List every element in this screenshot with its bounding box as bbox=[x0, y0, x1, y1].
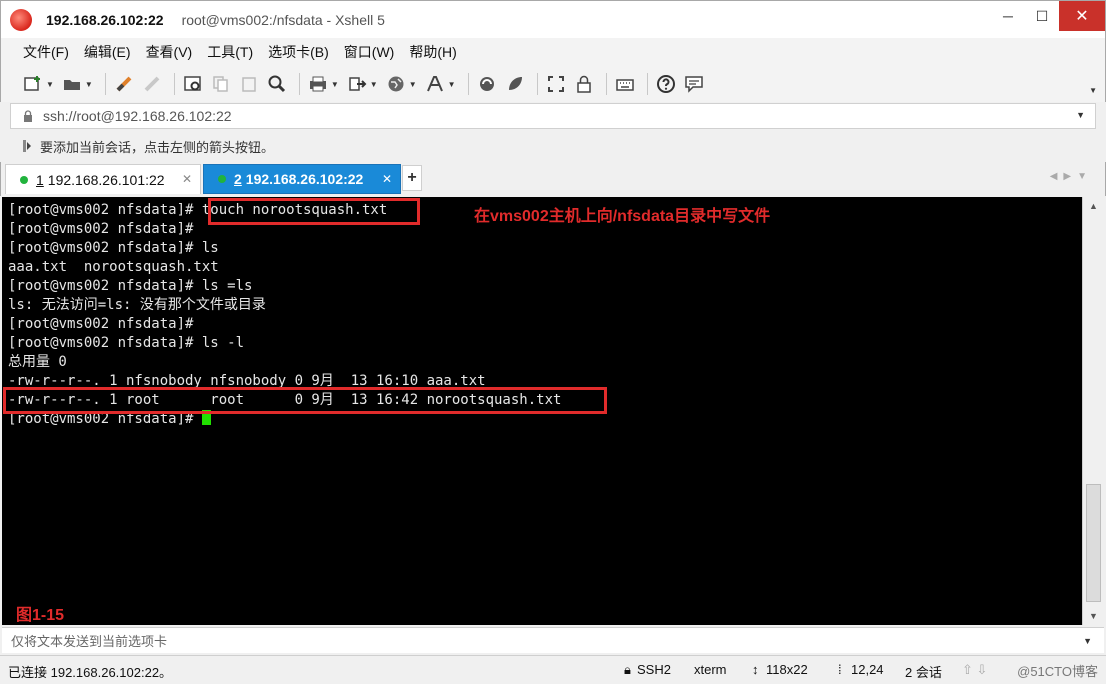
terminal-line: ls: 无法访问=ls: 没有那个文件或目录 bbox=[8, 297, 266, 313]
disconnect-icon[interactable] bbox=[140, 72, 164, 96]
new-session-dropdown-icon[interactable]: ▼ bbox=[46, 80, 54, 89]
terminal-line: [root@vms002 nfsdata]# bbox=[8, 221, 194, 237]
tab-close-icon[interactable]: ✕ bbox=[382, 172, 392, 186]
maximize-button[interactable]: ☐ bbox=[1025, 1, 1059, 31]
watermark: @51CTO博客 bbox=[1017, 664, 1098, 679]
print-icon[interactable] bbox=[306, 72, 330, 96]
chat-icon[interactable] bbox=[682, 72, 706, 96]
tab-session-1[interactable]: 1 192.168.26.101:22 ✕ bbox=[5, 164, 201, 194]
figure-label: 图1-15 bbox=[16, 607, 65, 624]
scroll-thumb[interactable] bbox=[1086, 484, 1101, 602]
globe-dropdown-icon[interactable]: ▼ bbox=[409, 80, 417, 89]
menu-tools[interactable]: 工具(T) bbox=[207, 42, 253, 62]
menu-bar: 文件(F) 编辑(E) 查看(V) 工具(T) 选项卡(B) 窗口(W) 帮助(… bbox=[0, 38, 1106, 66]
title-bar: 192.168.26.102:22 root@vms002:/nfsdata -… bbox=[0, 0, 1106, 38]
address-input[interactable]: ssh://root@192.168.26.102:22 bbox=[43, 108, 232, 124]
status-lock-icon: 🔒︎ bbox=[624, 662, 631, 677]
add-session-arrow-icon[interactable] bbox=[22, 139, 32, 153]
toolbar-overflow-icon[interactable]: ▼ bbox=[1089, 86, 1097, 95]
cursor-icon: ⁞ bbox=[838, 662, 842, 677]
properties-icon[interactable] bbox=[181, 72, 205, 96]
menu-window[interactable]: 窗口(W) bbox=[344, 42, 395, 62]
compose-dropdown-icon[interactable]: ▼ bbox=[1083, 636, 1092, 646]
tab-scroll-arrows-icon[interactable]: ◀▶▼ bbox=[1050, 171, 1093, 182]
terminal-line: [root@vms002 nfsdata]# ls -l bbox=[8, 335, 245, 351]
connected-status-icon bbox=[20, 175, 28, 184]
status-arrows-icon[interactable]: ⇧ ⇩ bbox=[962, 662, 987, 678]
transfer-dropdown-icon[interactable]: ▼ bbox=[370, 80, 378, 89]
address-lock-icon bbox=[24, 110, 32, 122]
tab-label: 192.168.26.101:22 bbox=[47, 171, 165, 188]
toolbar: ▼ ▼ ▼ ▼ ▼ ▼ ▼ bbox=[0, 66, 1106, 102]
session-hint-text: 要添加当前会话，点击左侧的箭头按钮。 bbox=[40, 139, 275, 155]
tab-strip: 1 192.168.26.101:22 ✕ 2 192.168.26.102:2… bbox=[0, 162, 1106, 196]
transfer-icon[interactable] bbox=[345, 72, 369, 96]
command-highlight-box bbox=[208, 198, 420, 225]
copy-icon[interactable] bbox=[209, 72, 233, 96]
compose-bar[interactable]: 仅将文本发送到当前选项卡 ▼ bbox=[2, 627, 1104, 653]
print-dropdown-icon[interactable]: ▼ bbox=[331, 80, 339, 89]
tab-close-icon[interactable]: ✕ bbox=[182, 172, 192, 186]
xmanager-icon[interactable] bbox=[503, 72, 527, 96]
xftp-icon[interactable] bbox=[475, 72, 499, 96]
annotation-note: 在vms002主机上向/nfsdata目录中写文件 bbox=[474, 208, 771, 225]
font-dropdown-icon[interactable]: ▼ bbox=[448, 80, 456, 89]
tab-number: 2 bbox=[234, 171, 242, 187]
terminal-line: [root@vms002 nfsdata]# bbox=[8, 316, 194, 332]
help-icon[interactable] bbox=[654, 72, 678, 96]
sessions-count-status: 2 会话 bbox=[905, 665, 942, 680]
menu-view[interactable]: 查看(V) bbox=[146, 42, 193, 62]
scroll-up-icon[interactable]: ▲ bbox=[1089, 201, 1098, 211]
window-title-host: 192.168.26.102:22 bbox=[46, 11, 164, 28]
minimize-button[interactable]: ─ bbox=[991, 1, 1025, 31]
compose-input[interactable]: 仅将文本发送到当前选项卡 bbox=[11, 631, 167, 650]
keyboard-icon[interactable] bbox=[613, 72, 637, 96]
scroll-down-icon[interactable]: ▼ bbox=[1089, 611, 1098, 621]
terminal-line: [root@vms002 nfsdata]# ls bbox=[8, 240, 219, 256]
cursor-position-status: 12,24 bbox=[851, 662, 884, 677]
terminal-type-status: xterm bbox=[694, 662, 727, 677]
tab-number: 1 bbox=[36, 171, 44, 188]
terminal-line: [root@vms002 nfsdata]# ls =ls bbox=[8, 278, 253, 294]
find-icon[interactable] bbox=[265, 72, 289, 96]
tab-label: 192.168.26.102:22 bbox=[245, 171, 364, 187]
address-dropdown-icon[interactable]: ▼ bbox=[1076, 110, 1085, 120]
paste-icon[interactable] bbox=[237, 72, 261, 96]
menu-file[interactable]: 文件(F) bbox=[23, 42, 69, 62]
open-dropdown-icon[interactable]: ▼ bbox=[85, 80, 93, 89]
status-bar: 已连接 192.168.26.102:22。 🔒︎ SSH2 xterm ↕ 1… bbox=[0, 655, 1106, 684]
menu-help[interactable]: 帮助(H) bbox=[409, 42, 456, 62]
protocol-status: SSH2 bbox=[637, 662, 671, 677]
lock-icon[interactable] bbox=[572, 72, 596, 96]
fullscreen-icon[interactable] bbox=[544, 72, 568, 96]
add-tab-button[interactable]: + bbox=[402, 165, 422, 191]
reconnect-icon[interactable] bbox=[112, 72, 136, 96]
terminal-line: aaa.txt norootsquash.txt bbox=[8, 259, 219, 275]
terminal-output[interactable]: [root@vms002 nfsdata]# touch norootsquas… bbox=[2, 197, 1082, 625]
tab-session-2[interactable]: 2 192.168.26.102:22 ✕ bbox=[203, 164, 401, 194]
terminal-scrollbar[interactable]: ▲ ▼ bbox=[1082, 197, 1104, 625]
address-bar[interactable]: ssh://root@192.168.26.102:22 ▼ bbox=[10, 103, 1096, 129]
globe-icon[interactable] bbox=[384, 72, 408, 96]
connection-status: 已连接 192.168.26.102:22。 bbox=[8, 665, 173, 680]
new-session-icon[interactable] bbox=[21, 72, 45, 96]
font-icon[interactable] bbox=[423, 72, 447, 96]
connected-status-icon bbox=[218, 175, 226, 183]
session-hint-bar: 要添加当前会话，点击左侧的箭头按钮。 bbox=[10, 133, 1096, 159]
menu-tabs[interactable]: 选项卡(B) bbox=[268, 42, 329, 62]
menu-edit[interactable]: 编辑(E) bbox=[84, 42, 131, 62]
xshell-logo-icon bbox=[10, 8, 32, 31]
window-title-subtitle: root@vms002:/nfsdata - Xshell 5 bbox=[181, 11, 385, 28]
file-row-highlight-box bbox=[3, 387, 607, 414]
close-button[interactable]: ✕ bbox=[1059, 1, 1105, 31]
terminal-size-status: 118x22 bbox=[766, 662, 808, 677]
size-icon: ↕ bbox=[752, 662, 759, 677]
open-folder-icon[interactable] bbox=[60, 72, 84, 96]
terminal-line: 总用量 0 bbox=[8, 354, 67, 370]
